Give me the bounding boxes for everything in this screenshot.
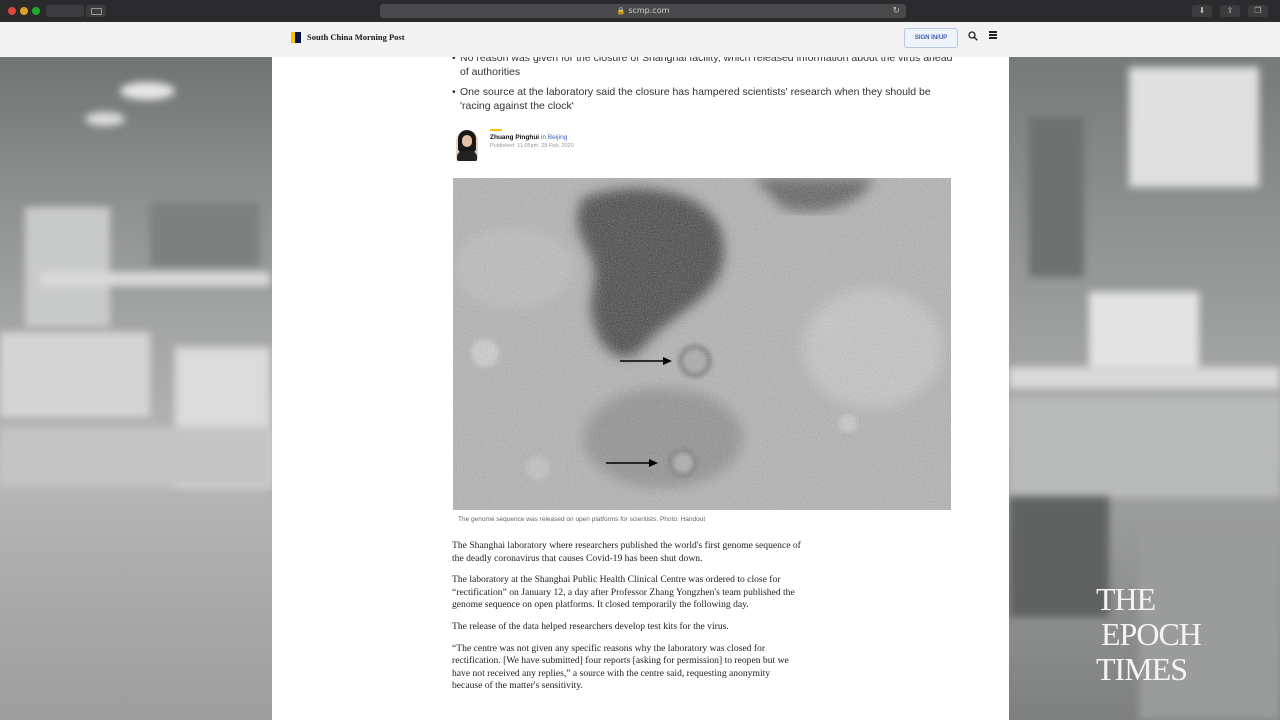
- sign-in-button[interactable]: SIGN IN/UP: [904, 28, 958, 48]
- scmp-logo-icon[interactable]: [291, 32, 301, 43]
- summary-bullets: No reason was given for the closure of S…: [452, 57, 962, 119]
- hamburger-menu-icon[interactable]: [989, 31, 997, 39]
- lock-icon: 🔒: [616, 7, 626, 15]
- author-byline: Zhuang Pinghui in Beijing: [490, 134, 567, 141]
- background-lab-photo-left: [0, 57, 272, 720]
- summary-bullet: No reason was given for the closure of S…: [452, 57, 962, 79]
- electron-micrograph-image[interactable]: [453, 178, 951, 510]
- site-header: South China Morning Post SIGN IN/UP: [0, 22, 1280, 58]
- zoom-window-button[interactable]: [32, 7, 40, 15]
- publish-date: Published: 11:05pm, 28 Feb, 2020: [490, 143, 574, 149]
- author-accent-bar: [490, 129, 502, 131]
- watermark-line: THE: [1096, 581, 1156, 617]
- address-bar[interactable]: 🔒 scmp.com ↻: [380, 4, 906, 18]
- article-paragraph: The release of the data helped researche…: [452, 620, 729, 632]
- author-name[interactable]: Zhuang Pinghui: [490, 134, 539, 141]
- author-avatar[interactable]: [456, 130, 478, 161]
- sidebar-toggle-icon[interactable]: [86, 5, 106, 17]
- share-icon[interactable]: ⇪: [1220, 5, 1240, 17]
- browser-toolbar: 🔒 scmp.com ↻ ⬇ ⇪ ❐: [0, 0, 1280, 22]
- reload-icon[interactable]: ↻: [892, 4, 900, 18]
- image-caption: The genome sequence was released on open…: [458, 516, 706, 523]
- url-text: scmp.com: [628, 6, 670, 15]
- summary-bullet: One source at the laboratory said the cl…: [452, 85, 962, 113]
- article-body: The Shanghai laboratory where researcher…: [452, 540, 802, 702]
- search-icon[interactable]: [968, 31, 978, 41]
- close-window-button[interactable]: [8, 7, 16, 15]
- article-paragraph: The Shanghai laboratory where researcher…: [452, 540, 801, 564]
- article-page: No reason was given for the closure of S…: [272, 57, 1009, 720]
- minimize-window-button[interactable]: [20, 7, 28, 15]
- watermark-line: EPOCH: [1101, 616, 1202, 652]
- article-paragraph: The laboratory at the Shanghai Public He…: [452, 574, 795, 611]
- author-location: in Beijing: [540, 134, 568, 141]
- back-forward-buttons[interactable]: [46, 5, 84, 17]
- watermark-line: TIMES: [1096, 651, 1188, 687]
- article-paragraph: “The centre was not given any specific r…: [452, 642, 789, 692]
- download-icon[interactable]: ⬇: [1192, 5, 1212, 17]
- tabs-overview-icon[interactable]: ❐: [1248, 5, 1268, 17]
- epoch-times-watermark: THE EPOCH TIMES: [1096, 581, 1202, 687]
- site-name[interactable]: South China Morning Post: [307, 31, 405, 43]
